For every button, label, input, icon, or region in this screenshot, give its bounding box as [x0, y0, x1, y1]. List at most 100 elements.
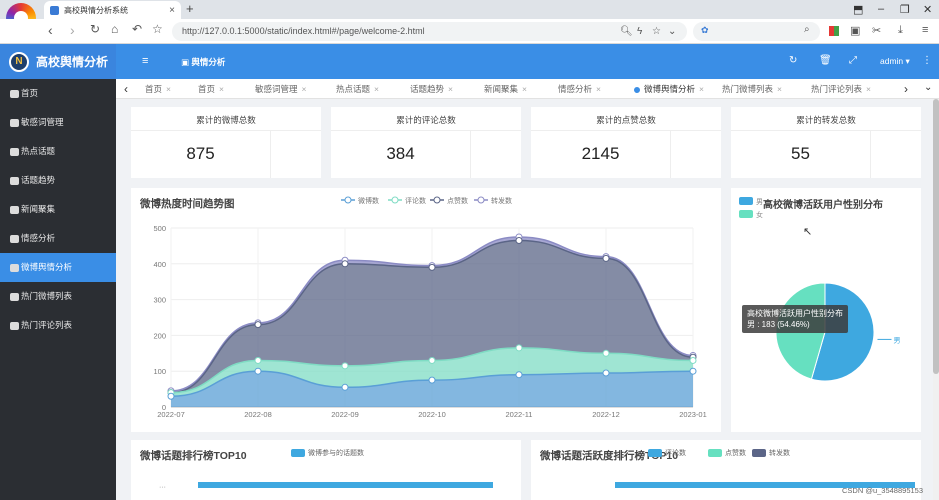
close-icon[interactable]: × — [596, 84, 601, 94]
sidebar-item-hot-comments[interactable]: 热门评论列表 — [0, 311, 116, 340]
close-icon[interactable]: × — [166, 84, 171, 94]
stat-value: 875 — [186, 144, 215, 163]
refresh-icon[interactable]: ↻ — [789, 55, 797, 66]
scrollbar[interactable] — [933, 99, 939, 500]
stat-value: 2145 — [581, 144, 620, 163]
sidebar-item-weibo-analysis[interactable]: 微博舆情分析 — [0, 253, 116, 282]
search-icon[interactable]: ⌕ — [804, 24, 810, 35]
maximize-icon[interactable]: ❐ — [900, 3, 910, 16]
tab-hot-comments[interactable]: 热门评论列表 × — [811, 79, 871, 99]
browser-tab-title: 高校舆情分析系统 — [64, 5, 128, 15]
trash-icon[interactable]: 🗑︎ — [819, 55, 832, 66]
zoom-icon[interactable]: 🔍︎ — [620, 22, 633, 41]
legend-label[interactable]: 微博参与的话题数 — [308, 448, 364, 458]
forward-icon[interactable]: › — [70, 22, 75, 38]
data-point — [428, 263, 436, 271]
close-tab-icon[interactable]: × — [169, 5, 175, 16]
sidebar-item-hot-weibo[interactable]: 热门微博列表 — [0, 282, 116, 311]
close-window-icon[interactable]: ✕ — [923, 3, 932, 16]
dashboard-icon — [10, 263, 19, 272]
module-icon: ▣ — [181, 57, 190, 67]
tab-hot-weibo[interactable]: 热门微博列表 × — [722, 79, 782, 99]
legend-item[interactable]: 男 — [739, 197, 763, 206]
fullscreen-icon[interactable]: ⤢ — [849, 55, 857, 66]
file-icon — [10, 321, 19, 330]
favorite-star-icon[interactable]: ☆ — [152, 22, 163, 36]
tab-label: 新闻聚集 — [484, 84, 519, 94]
tab-label: 情感分析 — [558, 84, 593, 94]
scissors-icon[interactable]: ✂ — [872, 24, 881, 37]
dropdown-icon[interactable]: ⌄ — [668, 22, 676, 41]
sidebar-toggle-icon[interactable]: ▣ — [850, 24, 860, 37]
menu-icon[interactable]: ≡ — [922, 24, 928, 36]
legend-label[interactable]: 点赞数 — [725, 448, 746, 458]
tab-weibo-analysis[interactable]: 微博舆情分析 × — [634, 79, 704, 99]
data-point — [602, 349, 610, 357]
sidebar-item-topic-trends[interactable]: 话题趋势 — [0, 166, 116, 195]
tabs-dropdown-icon[interactable]: ⌄ — [924, 82, 932, 93]
apps-icon[interactable] — [829, 26, 839, 36]
legend-label[interactable]: 评论数 — [665, 448, 686, 458]
dashboard-icon — [10, 147, 19, 156]
hamburger-icon[interactable]: ≡ — [142, 55, 148, 67]
close-icon[interactable]: × — [699, 84, 704, 94]
bookmark-star-icon[interactable]: ☆ — [652, 22, 661, 41]
sidebar-item-home[interactable]: 首页 — [0, 79, 116, 108]
app-logo[interactable]: N 高校舆情分析 — [0, 44, 116, 79]
header-module[interactable]: ▣ 舆情分析 — [181, 56, 225, 68]
tab-topic-trends[interactable]: 话题趋势 × — [410, 79, 453, 99]
address-bar[interactable]: http://127.0.0.1:5000/static/index.html#… — [172, 22, 687, 41]
tab-news-clusters[interactable]: 新闻聚集 × — [484, 79, 527, 99]
more-options-icon[interactable]: ⋮ — [922, 55, 932, 66]
legend-label: 评论数 — [405, 196, 426, 205]
browser-tab[interactable]: 高校舆情分析系统 × — [44, 1, 181, 19]
download-icon[interactable]: ⤓ — [898, 24, 903, 37]
tab-hot-topics[interactable]: 热点话题 × — [336, 79, 379, 99]
search-box[interactable]: ✿ ⌕ — [693, 22, 820, 41]
legend-label[interactable]: 转发数 — [769, 448, 790, 458]
data-point — [428, 356, 436, 364]
legend-item[interactable]: 点赞数 — [430, 196, 468, 205]
new-tab-icon[interactable]: + — [186, 1, 194, 16]
reload-icon[interactable]: ↻ — [90, 22, 100, 36]
legend-swatch — [739, 210, 753, 218]
sidebar-item-hot-topics[interactable]: 热点话题 — [0, 137, 116, 166]
legend-label: 女 — [756, 210, 763, 219]
legend-swatch — [708, 449, 722, 457]
close-icon[interactable]: × — [522, 84, 527, 94]
collections-icon[interactable]: ⬒ — [853, 3, 863, 16]
undo-icon[interactable]: ↶ — [132, 22, 142, 36]
legend-item[interactable]: 评论数 — [388, 196, 426, 205]
close-icon[interactable]: × — [866, 84, 871, 94]
legend-swatch-dot — [344, 196, 352, 204]
file-icon — [10, 205, 19, 214]
home-icon[interactable]: ⌂ — [111, 22, 118, 36]
sidebar-item-sensitive-words[interactable]: 敏感词管理 — [0, 108, 116, 137]
close-icon[interactable]: × — [302, 84, 307, 94]
close-icon[interactable]: × — [374, 84, 379, 94]
legend-item[interactable]: 转发数 — [474, 196, 512, 205]
legend-item[interactable]: 女 — [739, 210, 763, 219]
scrollbar-thumb[interactable] — [933, 99, 939, 374]
tab-home-1[interactable]: 首页 × — [145, 79, 171, 99]
caret-down-icon: ▾ — [905, 56, 910, 66]
tab-sentiment[interactable]: 情感分析 × — [558, 79, 601, 99]
minimize-icon[interactable]: – — [878, 3, 884, 15]
close-icon[interactable]: × — [777, 84, 782, 94]
bolt-icon[interactable]: ϟ — [637, 22, 642, 41]
chart-title: 微博话题排行榜TOP10 — [140, 450, 247, 462]
tab-home-2[interactable]: 首页 × — [198, 79, 224, 99]
tab-sensitive-words[interactable]: 敏感词管理 × — [255, 79, 306, 99]
sidebar-item-sentiment[interactable]: 情感分析 — [0, 224, 116, 253]
close-icon[interactable]: × — [448, 84, 453, 94]
sidebar-item-label: 热门评论列表 — [21, 320, 73, 330]
x-tick-label: 2022-11 — [506, 410, 533, 419]
legend-item[interactable]: 微博数 — [341, 196, 379, 205]
user-menu[interactable]: admin ▾ — [880, 56, 910, 67]
sidebar-item-news-clusters[interactable]: 新闻聚集 — [0, 195, 116, 224]
legend-swatch — [752, 449, 766, 457]
close-icon[interactable]: × — [219, 84, 224, 94]
back-icon[interactable]: ‹ — [48, 22, 53, 38]
tabs-scroll-right-icon[interactable]: › — [904, 82, 908, 96]
tabs-scroll-left-icon[interactable]: ‹ — [124, 82, 128, 96]
